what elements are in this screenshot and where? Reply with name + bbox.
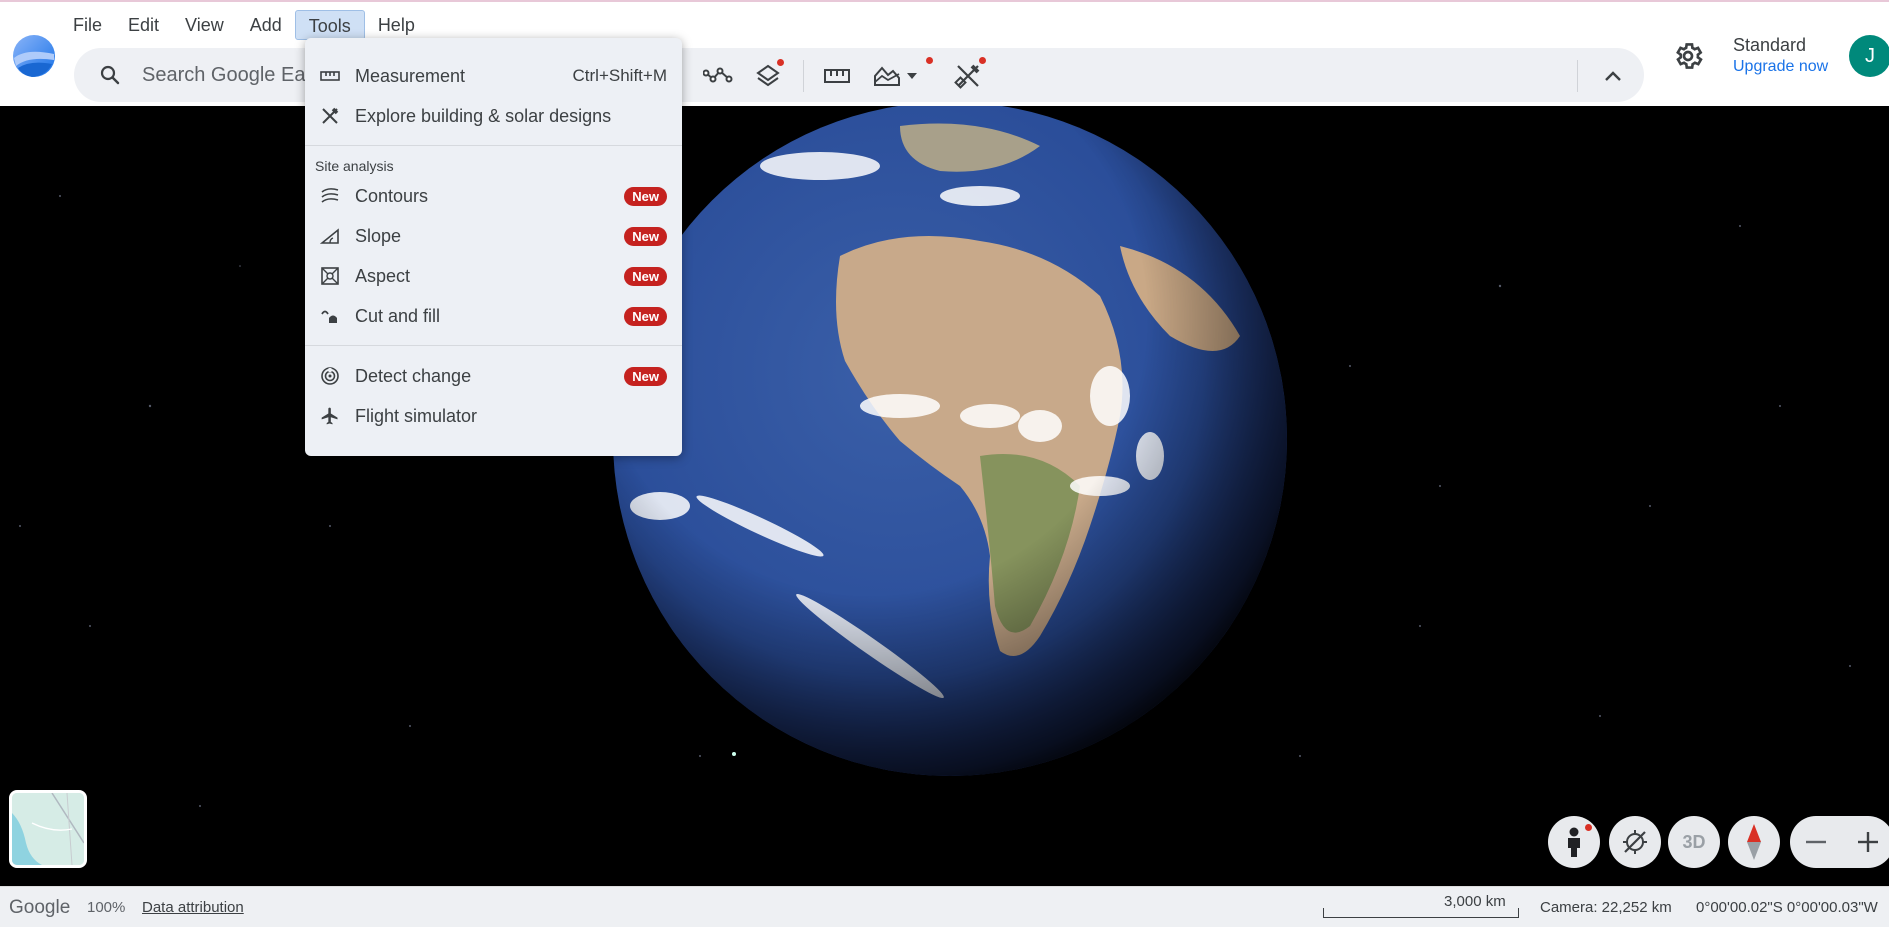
menu-divider — [305, 145, 682, 146]
status-bar: Google 100% Data attribution 3,000 km Ca… — [0, 886, 1889, 927]
keyboard-shortcut: Ctrl+Shift+M — [572, 66, 667, 85]
upgrade-link[interactable]: Upgrade now — [1733, 58, 1828, 76]
menu-help[interactable]: Help — [365, 10, 428, 40]
airplane-icon — [319, 405, 341, 427]
menu-item-label: Detect change — [355, 365, 472, 386]
pegman-icon — [1568, 827, 1580, 857]
location-off-icon — [1623, 830, 1647, 854]
data-attribution-link[interactable]: Data attribution — [142, 899, 244, 916]
menu-item-flight-simulator[interactable]: Flight simulator — [305, 398, 682, 434]
menu-item-label: Measurement — [355, 65, 466, 86]
toolbar-divider — [1577, 60, 1578, 92]
notification-dot — [979, 57, 986, 64]
menu-edit[interactable]: Edit — [115, 10, 172, 40]
avatar[interactable]: J — [1849, 35, 1889, 77]
scale-label: 3,000 km — [1444, 893, 1506, 910]
zoom-in-button[interactable] — [1842, 816, 1889, 868]
menu-item-contours[interactable]: Contours New — [305, 178, 682, 214]
plus-icon — [1858, 832, 1878, 852]
cut-fill-icon — [319, 305, 341, 327]
aspect-icon — [319, 265, 341, 287]
3d-toggle-button[interactable]: 3D — [1668, 816, 1720, 868]
notification-dot — [1585, 824, 1592, 831]
menu-item-aspect[interactable]: Aspect New — [305, 258, 682, 294]
zoom-out-button[interactable] — [1790, 816, 1842, 868]
zoom-level: 100% — [87, 899, 126, 916]
terrain-analysis-icon[interactable] — [872, 57, 933, 90]
earth-viewport[interactable] — [0, 106, 1889, 886]
camera-altitude: Camera: 22,252 km — [1540, 899, 1672, 916]
detect-change-icon — [319, 365, 341, 387]
menu-item-label: Aspect — [355, 265, 411, 286]
ruler-icon[interactable] — [822, 62, 852, 90]
coordinates: 0°00'00.02"S 0°00'00.03"W — [1696, 899, 1878, 916]
contours-icon — [319, 185, 341, 207]
toolbar-divider — [803, 60, 804, 92]
new-badge: New — [624, 366, 667, 386]
notification-dot — [777, 59, 784, 66]
chevron-down-icon[interactable] — [902, 62, 922, 90]
zoom-controls — [1790, 816, 1889, 868]
compass-icon — [1747, 824, 1761, 860]
google-earth-logo[interactable] — [10, 34, 58, 78]
notification-dot — [926, 57, 933, 64]
menu-view[interactable]: View — [172, 10, 237, 40]
menu-bar: File Edit View Add Tools Help — [60, 10, 428, 40]
slope-icon — [319, 225, 341, 247]
menu-item-cut-and-fill[interactable]: Cut and fill New — [305, 298, 682, 334]
menu-divider — [305, 345, 682, 346]
menu-item-detect-change[interactable]: Detect change New — [305, 358, 682, 394]
my-location-button[interactable] — [1609, 816, 1661, 868]
menu-add[interactable]: Add — [237, 10, 295, 40]
menu-item-label: Cut and fill — [355, 305, 441, 326]
menu-tools[interactable]: Tools — [294, 10, 365, 40]
gear-icon[interactable] — [1672, 40, 1704, 72]
search-icon[interactable] — [98, 63, 122, 87]
menu-item-label: Explore building & solar designs — [355, 105, 612, 126]
globe — [613, 106, 1287, 776]
top-bar: File Edit View Add Tools Help Search Goo… — [0, 0, 1889, 106]
menu-item-slope[interactable]: Slope New — [305, 218, 682, 254]
design-tools-icon — [319, 105, 341, 127]
section-header: Site analysis — [315, 158, 394, 174]
menu-item-label: Flight simulator — [355, 405, 478, 426]
new-badge: New — [624, 186, 667, 206]
google-wordmark: Google — [9, 897, 71, 918]
layers-icon[interactable] — [753, 59, 784, 90]
new-badge: New — [624, 306, 667, 326]
collapse-toolbar-icon[interactable] — [1598, 62, 1628, 90]
design-tools-icon[interactable] — [953, 57, 986, 90]
minus-icon — [1806, 840, 1826, 844]
plan-name: Standard — [1733, 35, 1807, 55]
tools-menu: Measurement Ctrl+Shift+M Explore buildin… — [305, 38, 682, 456]
menu-item-explore-designs[interactable]: Explore building & solar designs — [305, 98, 682, 134]
menu-item-measurement[interactable]: Measurement Ctrl+Shift+M — [305, 58, 682, 94]
street-view-pegman-button[interactable] — [1548, 816, 1600, 868]
new-badge: New — [624, 266, 667, 286]
path-tool-icon[interactable] — [703, 62, 733, 90]
new-badge: New — [624, 226, 667, 246]
menu-item-label: Slope — [355, 225, 402, 246]
ruler-icon — [319, 65, 341, 87]
menu-file[interactable]: File — [60, 10, 115, 40]
compass-button[interactable] — [1728, 816, 1780, 868]
menu-item-label: Contours — [355, 185, 429, 206]
minimap[interactable] — [9, 790, 87, 868]
